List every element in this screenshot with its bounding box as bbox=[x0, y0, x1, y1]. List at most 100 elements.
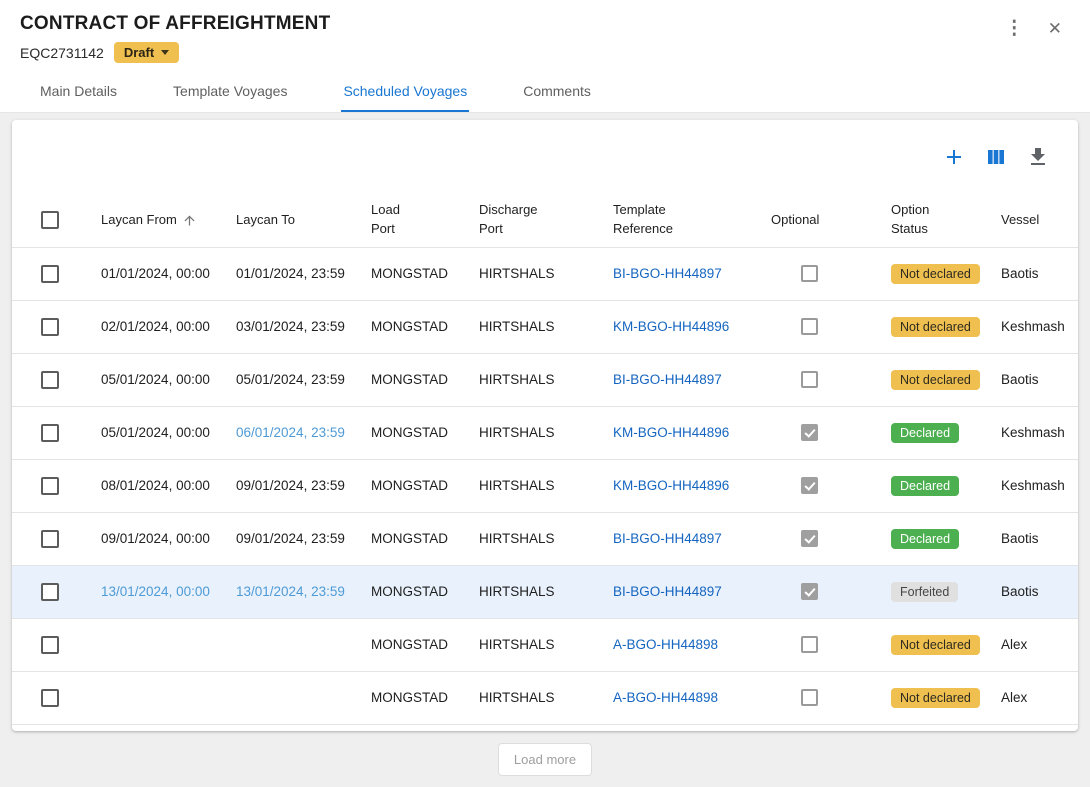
status-label: Draft bbox=[124, 45, 154, 60]
discharge-port-text: HIRTSHALS bbox=[479, 319, 555, 334]
tab-bar: Main Details Template Voyages Scheduled Vo… bbox=[0, 72, 1090, 113]
optional-checkbox[interactable] bbox=[801, 636, 818, 653]
column-header-load_port[interactable]: LoadPort bbox=[371, 194, 479, 247]
row-select-checkbox[interactable] bbox=[41, 265, 59, 283]
column-header-label: Laycan To bbox=[236, 211, 295, 230]
option-status-cell: Forfeited bbox=[891, 565, 1001, 618]
template-reference-link[interactable]: BI-BGO-HH44897 bbox=[613, 266, 722, 281]
laycan-to-text: 09/01/2024, 23:59 bbox=[236, 478, 345, 493]
table-row: 02/01/2024, 00:0003/01/2024, 23:59MONGST… bbox=[12, 300, 1078, 353]
load-port-text: MONGSTAD bbox=[371, 637, 448, 652]
option-status-cell: Declared bbox=[891, 459, 1001, 512]
load-port-cell: MONGSTAD bbox=[371, 671, 479, 724]
discharge-port-cell: HIRTSHALS bbox=[479, 512, 613, 565]
laycan-to-cell bbox=[236, 671, 371, 724]
optional-checkbox[interactable] bbox=[801, 265, 818, 282]
contract-id: EQC2731142 bbox=[20, 45, 104, 61]
voyages-table-body: 01/01/2024, 00:0001/01/2024, 23:59MONGST… bbox=[12, 247, 1078, 724]
close-icon[interactable]: ✕ bbox=[1048, 20, 1062, 37]
template-reference-cell: BI-BGO-HH44897 bbox=[613, 565, 771, 618]
template-reference-link[interactable]: KM-BGO-HH44896 bbox=[613, 478, 729, 493]
column-header-vessel[interactable]: Vessel bbox=[1001, 194, 1078, 247]
optional-checkbox[interactable] bbox=[801, 424, 818, 441]
tab-comments[interactable]: Comments bbox=[521, 72, 593, 112]
row-select-checkbox[interactable] bbox=[41, 318, 59, 336]
table-row: MONGSTADHIRTSHALSA-BGO-HH44898Not declar… bbox=[12, 618, 1078, 671]
laycan-to-text: 03/01/2024, 23:59 bbox=[236, 319, 345, 334]
laycan-to-link[interactable]: 13/01/2024, 23:59 bbox=[236, 584, 345, 599]
row-select-cell bbox=[12, 353, 101, 406]
column-settings-button[interactable] bbox=[982, 143, 1010, 171]
laycan-to-cell: 09/01/2024, 23:59 bbox=[236, 512, 371, 565]
sort-ascending-icon[interactable] bbox=[182, 213, 197, 228]
optional-checkbox[interactable] bbox=[801, 689, 818, 706]
option-status-badge: Not declared bbox=[891, 264, 980, 284]
tab-main-details[interactable]: Main Details bbox=[38, 72, 119, 112]
optional-checkbox[interactable] bbox=[801, 318, 818, 335]
tab-template-voyages[interactable]: Template Voyages bbox=[171, 72, 289, 112]
optional-checkbox[interactable] bbox=[801, 371, 818, 388]
row-select-cell bbox=[12, 512, 101, 565]
optional-checkbox[interactable] bbox=[801, 477, 818, 494]
select-all-checkbox[interactable] bbox=[41, 211, 59, 229]
option-status-badge: Not declared bbox=[891, 317, 980, 337]
load-port-cell: MONGSTAD bbox=[371, 406, 479, 459]
column-header-optional[interactable]: Optional bbox=[771, 194, 891, 247]
discharge-port-cell: HIRTSHALS bbox=[479, 671, 613, 724]
download-button[interactable] bbox=[1024, 143, 1052, 171]
optional-cell bbox=[771, 512, 891, 565]
table-row: 09/01/2024, 00:0009/01/2024, 23:59MONGST… bbox=[12, 512, 1078, 565]
laycan-from-link[interactable]: 13/01/2024, 00:00 bbox=[101, 584, 210, 599]
vessel-text: Alex bbox=[1001, 637, 1027, 652]
vessel-cell: Baotis bbox=[1001, 565, 1078, 618]
row-select-checkbox[interactable] bbox=[41, 583, 59, 601]
discharge-port-cell: HIRTSHALS bbox=[479, 300, 613, 353]
template-reference-cell: A-BGO-HH44898 bbox=[613, 618, 771, 671]
optional-cell bbox=[771, 565, 891, 618]
column-header-laycan_to[interactable]: Laycan To bbox=[236, 194, 371, 247]
tab-scheduled-voyages[interactable]: Scheduled Voyages bbox=[341, 72, 469, 112]
row-select-checkbox[interactable] bbox=[41, 424, 59, 442]
table-header-row: Laycan FromLaycan To LoadPortDischargePor… bbox=[12, 194, 1078, 247]
load-port-text: MONGSTAD bbox=[371, 478, 448, 493]
template-reference-link[interactable]: BI-BGO-HH44897 bbox=[613, 531, 722, 546]
template-reference-link[interactable]: A-BGO-HH44898 bbox=[613, 690, 718, 705]
load-port-text: MONGSTAD bbox=[371, 584, 448, 599]
option-status-cell: Not declared bbox=[891, 300, 1001, 353]
template-reference-link[interactable]: A-BGO-HH44898 bbox=[613, 637, 718, 652]
vessel-text: Baotis bbox=[1001, 584, 1039, 599]
column-header-option_status[interactable]: OptionStatus bbox=[891, 194, 1001, 247]
plus-icon bbox=[942, 145, 966, 169]
column-header-discharge_port[interactable]: DischargePort bbox=[479, 194, 613, 247]
laycan-from-cell: 02/01/2024, 00:00 bbox=[101, 300, 236, 353]
optional-checkbox[interactable] bbox=[801, 530, 818, 547]
template-reference-link[interactable]: KM-BGO-HH44896 bbox=[613, 319, 729, 334]
table-toolbar bbox=[12, 120, 1078, 194]
optional-checkbox[interactable] bbox=[801, 583, 818, 600]
add-voyage-button[interactable] bbox=[940, 143, 968, 171]
row-select-checkbox[interactable] bbox=[41, 636, 59, 654]
option-status-cell: Not declared bbox=[891, 353, 1001, 406]
row-select-checkbox[interactable] bbox=[41, 371, 59, 389]
load-more-button[interactable]: Load more bbox=[498, 743, 592, 776]
content-area: Laycan FromLaycan To LoadPortDischargePor… bbox=[0, 113, 1090, 787]
template-reference-cell: KM-BGO-HH44896 bbox=[613, 300, 771, 353]
page-title: CONTRACT OF AFFREIGHTMENT bbox=[20, 13, 330, 35]
column-header-laycan_from[interactable]: Laycan From bbox=[101, 194, 236, 247]
template-reference-link[interactable]: BI-BGO-HH44897 bbox=[613, 372, 722, 387]
laycan-to-link[interactable]: 06/01/2024, 23:59 bbox=[236, 425, 345, 440]
voyages-table: Laycan FromLaycan To LoadPortDischargePor… bbox=[12, 194, 1078, 725]
view-columns-icon bbox=[984, 145, 1008, 169]
status-dropdown[interactable]: Draft bbox=[114, 42, 179, 63]
load-port-text: MONGSTAD bbox=[371, 531, 448, 546]
template-reference-link[interactable]: BI-BGO-HH44897 bbox=[613, 584, 722, 599]
vessel-text: Keshmash bbox=[1001, 425, 1065, 440]
row-select-checkbox[interactable] bbox=[41, 530, 59, 548]
discharge-port-cell: HIRTSHALS bbox=[479, 459, 613, 512]
row-select-checkbox[interactable] bbox=[41, 689, 59, 707]
template-reference-link[interactable]: KM-BGO-HH44896 bbox=[613, 425, 729, 440]
row-select-checkbox[interactable] bbox=[41, 477, 59, 495]
column-header-template_reference[interactable]: TemplateReference bbox=[613, 194, 771, 247]
more-options-icon[interactable]: ⋮ bbox=[1005, 19, 1024, 38]
laycan-to-text: 01/01/2024, 23:59 bbox=[236, 266, 345, 281]
